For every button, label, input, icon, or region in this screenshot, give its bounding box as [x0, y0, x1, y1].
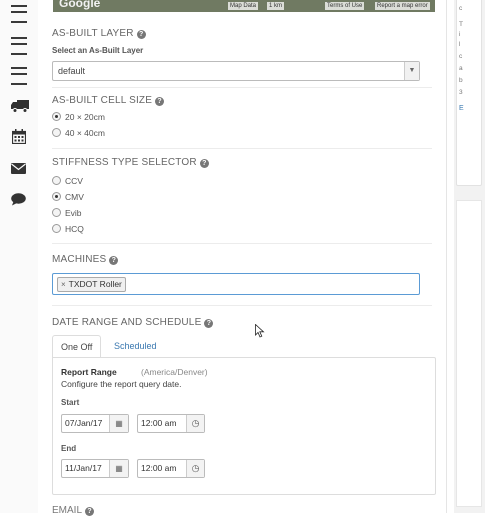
help-icon[interactable]: ?	[155, 97, 165, 106]
info-text-line: b	[459, 77, 463, 84]
cell-size-option-label: 20 × 20cm	[65, 112, 105, 122]
envelope-icon[interactable]	[11, 163, 26, 174]
map-preview[interactable]: Google Map Data 1 km Terms of Use Report…	[53, 0, 435, 12]
stiffness-option-cmv[interactable]: CMV	[52, 191, 84, 203]
stiffness-option-evib[interactable]: Evib	[52, 207, 82, 219]
end-date-input[interactable]: 11/Jan/17 ▦	[61, 459, 129, 478]
help-icon[interactable]: ?	[204, 319, 214, 328]
chevron-down-icon: ▼	[404, 62, 419, 80]
server-icon[interactable]	[11, 37, 27, 55]
info-card: c T i l c a b 3 E	[456, 0, 482, 186]
info-card-lower	[456, 200, 482, 507]
help-icon[interactable]: ?	[136, 30, 146, 39]
stiffness-heading: STIFFNESS TYPE SELECTOR?	[52, 157, 209, 168]
calendar-icon[interactable]: ▦	[109, 460, 128, 477]
radio-icon	[52, 208, 61, 217]
machine-tag-label: TXDOT Roller	[68, 279, 122, 289]
cell-size-option-40[interactable]: 40 × 40cm	[52, 127, 105, 139]
info-text-line: T	[459, 21, 463, 28]
stiffness-option-label: Evib	[65, 208, 82, 218]
stiffness-option-label: CCV	[65, 176, 83, 186]
end-time-input[interactable]: 12:00 am ◷	[137, 459, 205, 478]
stiffness-option-ccv[interactable]: CCV	[52, 175, 83, 187]
mouse-cursor-icon	[255, 324, 265, 338]
map-report-link[interactable]: Report a map error	[375, 2, 430, 10]
start-date-input[interactable]: 07/Jan/17 ▦	[61, 414, 129, 433]
report-settings-panel: Google Map Data 1 km Terms of Use Report…	[38, 0, 447, 516]
help-icon[interactable]: ?	[199, 159, 209, 168]
google-logo: Google	[59, 0, 101, 10]
machines-input[interactable]: × TXDOT Roller	[52, 273, 420, 295]
machines-title: MACHINES	[52, 254, 107, 265]
start-date-value: 07/Jan/17	[65, 418, 103, 428]
report-range-description: Configure the report query date.	[61, 379, 182, 389]
end-date-value: 11/Jan/17	[65, 463, 102, 473]
info-text-line: a	[459, 65, 463, 72]
info-text-line: i	[459, 31, 461, 38]
help-icon[interactable]: ?	[85, 507, 95, 516]
right-info-pane: c T i l c a b 3 E	[454, 0, 485, 513]
radio-selected-icon	[52, 112, 61, 121]
machine-tag: × TXDOT Roller	[57, 277, 126, 292]
cell-size-option-label: 40 × 40cm	[65, 128, 105, 138]
help-icon[interactable]: ?	[109, 256, 119, 265]
cell-size-option-20[interactable]: 20 × 20cm	[52, 111, 105, 123]
info-link[interactable]: E	[459, 105, 464, 112]
start-time-value: 12:00 am	[141, 418, 177, 428]
report-range-label: Report Range	[61, 367, 117, 377]
close-icon[interactable]: ×	[61, 280, 66, 289]
as-built-layer-title: AS-BUILT LAYER	[52, 28, 134, 39]
comment-icon[interactable]	[11, 193, 26, 206]
clock-icon[interactable]: ◷	[186, 460, 204, 477]
info-text-line: 3	[459, 89, 463, 96]
one-off-tab-panel: Report Range (America/Denver) Configure …	[52, 357, 436, 495]
divider	[52, 148, 432, 149]
as-built-layer-select-label: Select an As-Built Layer	[52, 46, 144, 55]
radio-icon	[52, 224, 61, 233]
info-text-line: l	[459, 41, 461, 48]
timezone-label: (America/Denver)	[141, 367, 208, 377]
as-built-layer-heading: AS-BUILT LAYER?	[52, 28, 146, 39]
divider	[52, 305, 432, 306]
server-icon[interactable]	[11, 5, 27, 23]
calendar-icon[interactable]: ▦	[109, 415, 128, 432]
as-built-layer-value: default	[58, 66, 86, 76]
stiffness-option-label: HCQ	[65, 224, 84, 234]
date-range-heading: DATE RANGE AND SCHEDULE?	[52, 317, 214, 328]
map-scale: 1 km	[267, 2, 285, 10]
truck-icon[interactable]	[11, 99, 29, 113]
start-time-input[interactable]: 12:00 am ◷	[137, 414, 205, 433]
sidebar-nav	[0, 0, 38, 513]
cell-size-heading: AS-BUILT CELL SIZE?	[52, 95, 165, 106]
info-text-line: c	[459, 53, 463, 60]
as-built-layer-select[interactable]: default ▼	[52, 61, 420, 81]
start-label: Start	[61, 398, 80, 407]
stiffness-title: STIFFNESS TYPE SELECTOR	[52, 157, 197, 168]
stiffness-option-label: CMV	[65, 192, 84, 202]
tab-scheduled[interactable]: Scheduled	[106, 335, 165, 357]
clock-icon[interactable]: ◷	[186, 415, 204, 432]
divider	[52, 243, 432, 244]
date-range-tabs: One Off Scheduled	[52, 334, 436, 359]
tab-one-off[interactable]: One Off	[52, 335, 102, 359]
machines-heading: MACHINES?	[52, 254, 119, 265]
stiffness-option-hcq[interactable]: HCQ	[52, 223, 84, 235]
radio-icon	[52, 176, 61, 185]
divider	[52, 87, 432, 88]
date-range-title: DATE RANGE AND SCHEDULE	[52, 317, 202, 328]
email-heading: EMAIL?	[52, 505, 95, 516]
end-time-value: 12:00 am	[141, 463, 177, 473]
radio-selected-icon	[52, 192, 61, 201]
info-text-line: c	[459, 5, 463, 12]
calendar-icon[interactable]	[12, 129, 26, 144]
radio-icon	[52, 128, 61, 137]
server-icon[interactable]	[11, 67, 27, 85]
end-label: End	[61, 444, 77, 453]
cell-size-title: AS-BUILT CELL SIZE	[52, 95, 153, 106]
email-title: EMAIL	[52, 505, 83, 516]
map-data-label: Map Data	[228, 2, 259, 10]
map-terms-link[interactable]: Terms of Use	[325, 2, 365, 10]
